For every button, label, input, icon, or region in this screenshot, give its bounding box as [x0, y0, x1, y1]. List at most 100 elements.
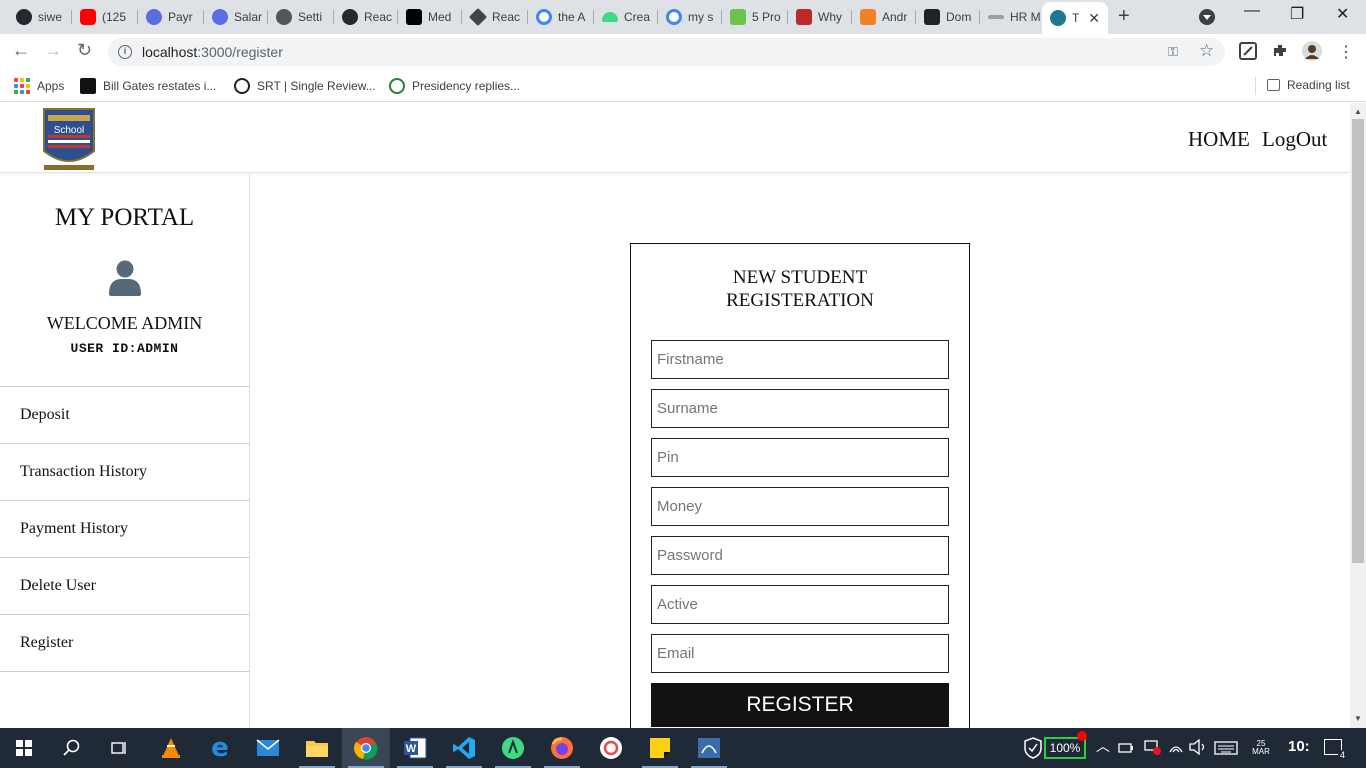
search-button[interactable] [48, 728, 96, 768]
info-icon[interactable]: i [118, 45, 132, 59]
browser-tab[interactable]: Reac [462, 4, 528, 30]
close-tab-icon[interactable]: ✕ [1088, 10, 1100, 27]
browser-tab-active[interactable]: T ✕ [1042, 2, 1108, 34]
svg-text:School: School [54, 125, 85, 136]
close-window-button[interactable]: ✕ [1336, 4, 1349, 24]
taskbar-app-edge[interactable]: e [196, 728, 244, 768]
wordpress-icon [234, 78, 250, 94]
firstname-input[interactable] [651, 340, 949, 379]
taskbar-app-vscode[interactable] [440, 728, 488, 768]
scroll-thumb[interactable] [1352, 119, 1364, 563]
kebab-menu-icon[interactable]: ⋮ [1338, 42, 1354, 62]
diamond-icon [468, 7, 488, 27]
browser-tab[interactable]: Crea [594, 4, 658, 30]
taskbar-app-file-explorer[interactable] [293, 728, 341, 768]
email-input[interactable] [651, 634, 949, 673]
tab-label: Dom [946, 10, 972, 24]
taskbar-app-word[interactable]: W [391, 728, 439, 768]
page-scrollbar[interactable]: ▲ ▼ [1350, 103, 1366, 728]
globe-icon [212, 9, 228, 25]
browser-tab[interactable]: Andr [852, 4, 916, 30]
minimize-button[interactable]: — [1244, 2, 1260, 20]
sidebar-item-payment-history[interactable]: Payment History [0, 501, 249, 558]
forward-arrow-icon[interactable]: → [44, 40, 62, 61]
browser-tab[interactable]: Med [398, 4, 462, 30]
reading-list-button[interactable]: Reading list [1267, 78, 1350, 92]
show-hidden-icons-chevron-icon[interactable]: ︿ [1096, 736, 1110, 756]
bookmark-star-icon[interactable]: ☆ [1199, 41, 1214, 61]
browser-tab[interactable]: Reac [334, 4, 398, 30]
back-arrow-icon[interactable]: ← [12, 40, 30, 61]
sidebar-item-register[interactable]: Register [0, 615, 249, 672]
notification-center-icon[interactable]: 4 [1324, 739, 1347, 760]
search-icon [63, 739, 80, 756]
taskbar-app-vlc[interactable] [147, 728, 195, 768]
restore-button[interactable]: ❐ [1290, 4, 1304, 24]
keyboard-icon[interactable] [1214, 741, 1238, 755]
browser-tab[interactable]: my s [658, 4, 722, 30]
tab-search-icon[interactable] [1199, 9, 1215, 25]
scroll-down-arrow-icon[interactable]: ▼ [1354, 714, 1362, 723]
bookmark-item[interactable]: Presidency replies... [389, 78, 520, 94]
browser-tab[interactable]: 5 Pro [722, 4, 788, 30]
network-disconnected-icon[interactable] [1143, 739, 1161, 755]
seal-icon [389, 78, 405, 94]
url-text[interactable]: localhost:3000/register [142, 44, 283, 60]
sidebar-item-deposit[interactable]: Deposit [0, 387, 249, 444]
browser-tab[interactable]: Salar [204, 4, 268, 30]
browser-tab[interactable]: Payr [138, 4, 204, 30]
wifi-icon[interactable] [1168, 740, 1184, 754]
tab-label: Reac [492, 10, 521, 24]
taskbar-app-mail[interactable] [244, 728, 292, 768]
password-input[interactable] [651, 536, 949, 575]
divider [1255, 77, 1256, 95]
url-host: localhost [142, 44, 198, 60]
browser-tab[interactable]: the A [528, 4, 594, 30]
page-content: School HOME LogOut MY PORTAL WELCOME ADM… [0, 103, 1350, 728]
taskbar-app-chrome[interactable] [342, 728, 390, 768]
register-button[interactable]: REGISTER [651, 683, 949, 727]
sidebar-item-delete-user[interactable]: Delete User [0, 558, 249, 615]
browser-tab[interactable]: Dom [916, 4, 980, 30]
taskbar-app-opera[interactable] [587, 728, 635, 768]
active-input[interactable] [651, 585, 949, 624]
taskbar-app-sticky-notes[interactable] [636, 728, 684, 768]
volume-icon[interactable] [1189, 739, 1207, 755]
tab-label: my s [688, 10, 714, 24]
browser-toolbar: ← → ↻ i localhost:3000/register ⚿ ☆ ⋮ [0, 34, 1366, 70]
scroll-up-arrow-icon[interactable]: ▲ [1354, 107, 1362, 116]
browser-tab[interactable]: Why [788, 4, 852, 30]
bookmark-item[interactable]: Bill Gates restates i... [80, 78, 216, 94]
pin-input[interactable] [651, 438, 949, 477]
extension-puzzle-icon[interactable] [1239, 42, 1257, 60]
school-logo[interactable]: School [40, 105, 98, 171]
bookmark-item[interactable]: SRT | Single Review... [234, 78, 376, 94]
taskbar-app-sql[interactable] [685, 728, 733, 768]
new-tab-button[interactable]: + [1118, 5, 1130, 28]
browser-tab[interactable]: Setti [268, 4, 334, 30]
windows-logo-icon [16, 740, 32, 756]
browser-tab[interactable]: siwe [8, 4, 72, 30]
browser-tab[interactable]: HR M [980, 4, 1042, 30]
sidebar-item-transaction-history[interactable]: Transaction History [0, 444, 249, 501]
surname-input[interactable] [651, 389, 949, 428]
money-input[interactable] [651, 487, 949, 526]
start-button[interactable] [0, 728, 48, 768]
nav-logout-link[interactable]: LogOut [1262, 127, 1327, 152]
bookmark-apps[interactable]: Apps [14, 78, 64, 94]
portal-title: MY PORTAL [54, 204, 195, 231]
browser-tab[interactable]: (125 [72, 4, 138, 30]
usb-device-icon[interactable] [1118, 741, 1134, 753]
security-shield-icon[interactable] [1024, 737, 1042, 759]
date-display[interactable]: 25 MAR [1250, 740, 1272, 756]
task-view-button[interactable] [96, 728, 144, 768]
extensions-icon[interactable] [1271, 42, 1289, 60]
taskbar-app-android-studio[interactable] [489, 728, 537, 768]
key-icon[interactable]: ⚿ [1168, 44, 1178, 60]
reload-icon[interactable]: ↻ [77, 40, 92, 61]
time-display[interactable]: 10: [1288, 738, 1310, 755]
address-bar[interactable]: i localhost:3000/register ⚿ ☆ [108, 38, 1225, 66]
nav-home-link[interactable]: HOME [1188, 127, 1250, 152]
taskbar-app-firefox[interactable] [538, 728, 586, 768]
profile-avatar[interactable] [1302, 41, 1322, 61]
